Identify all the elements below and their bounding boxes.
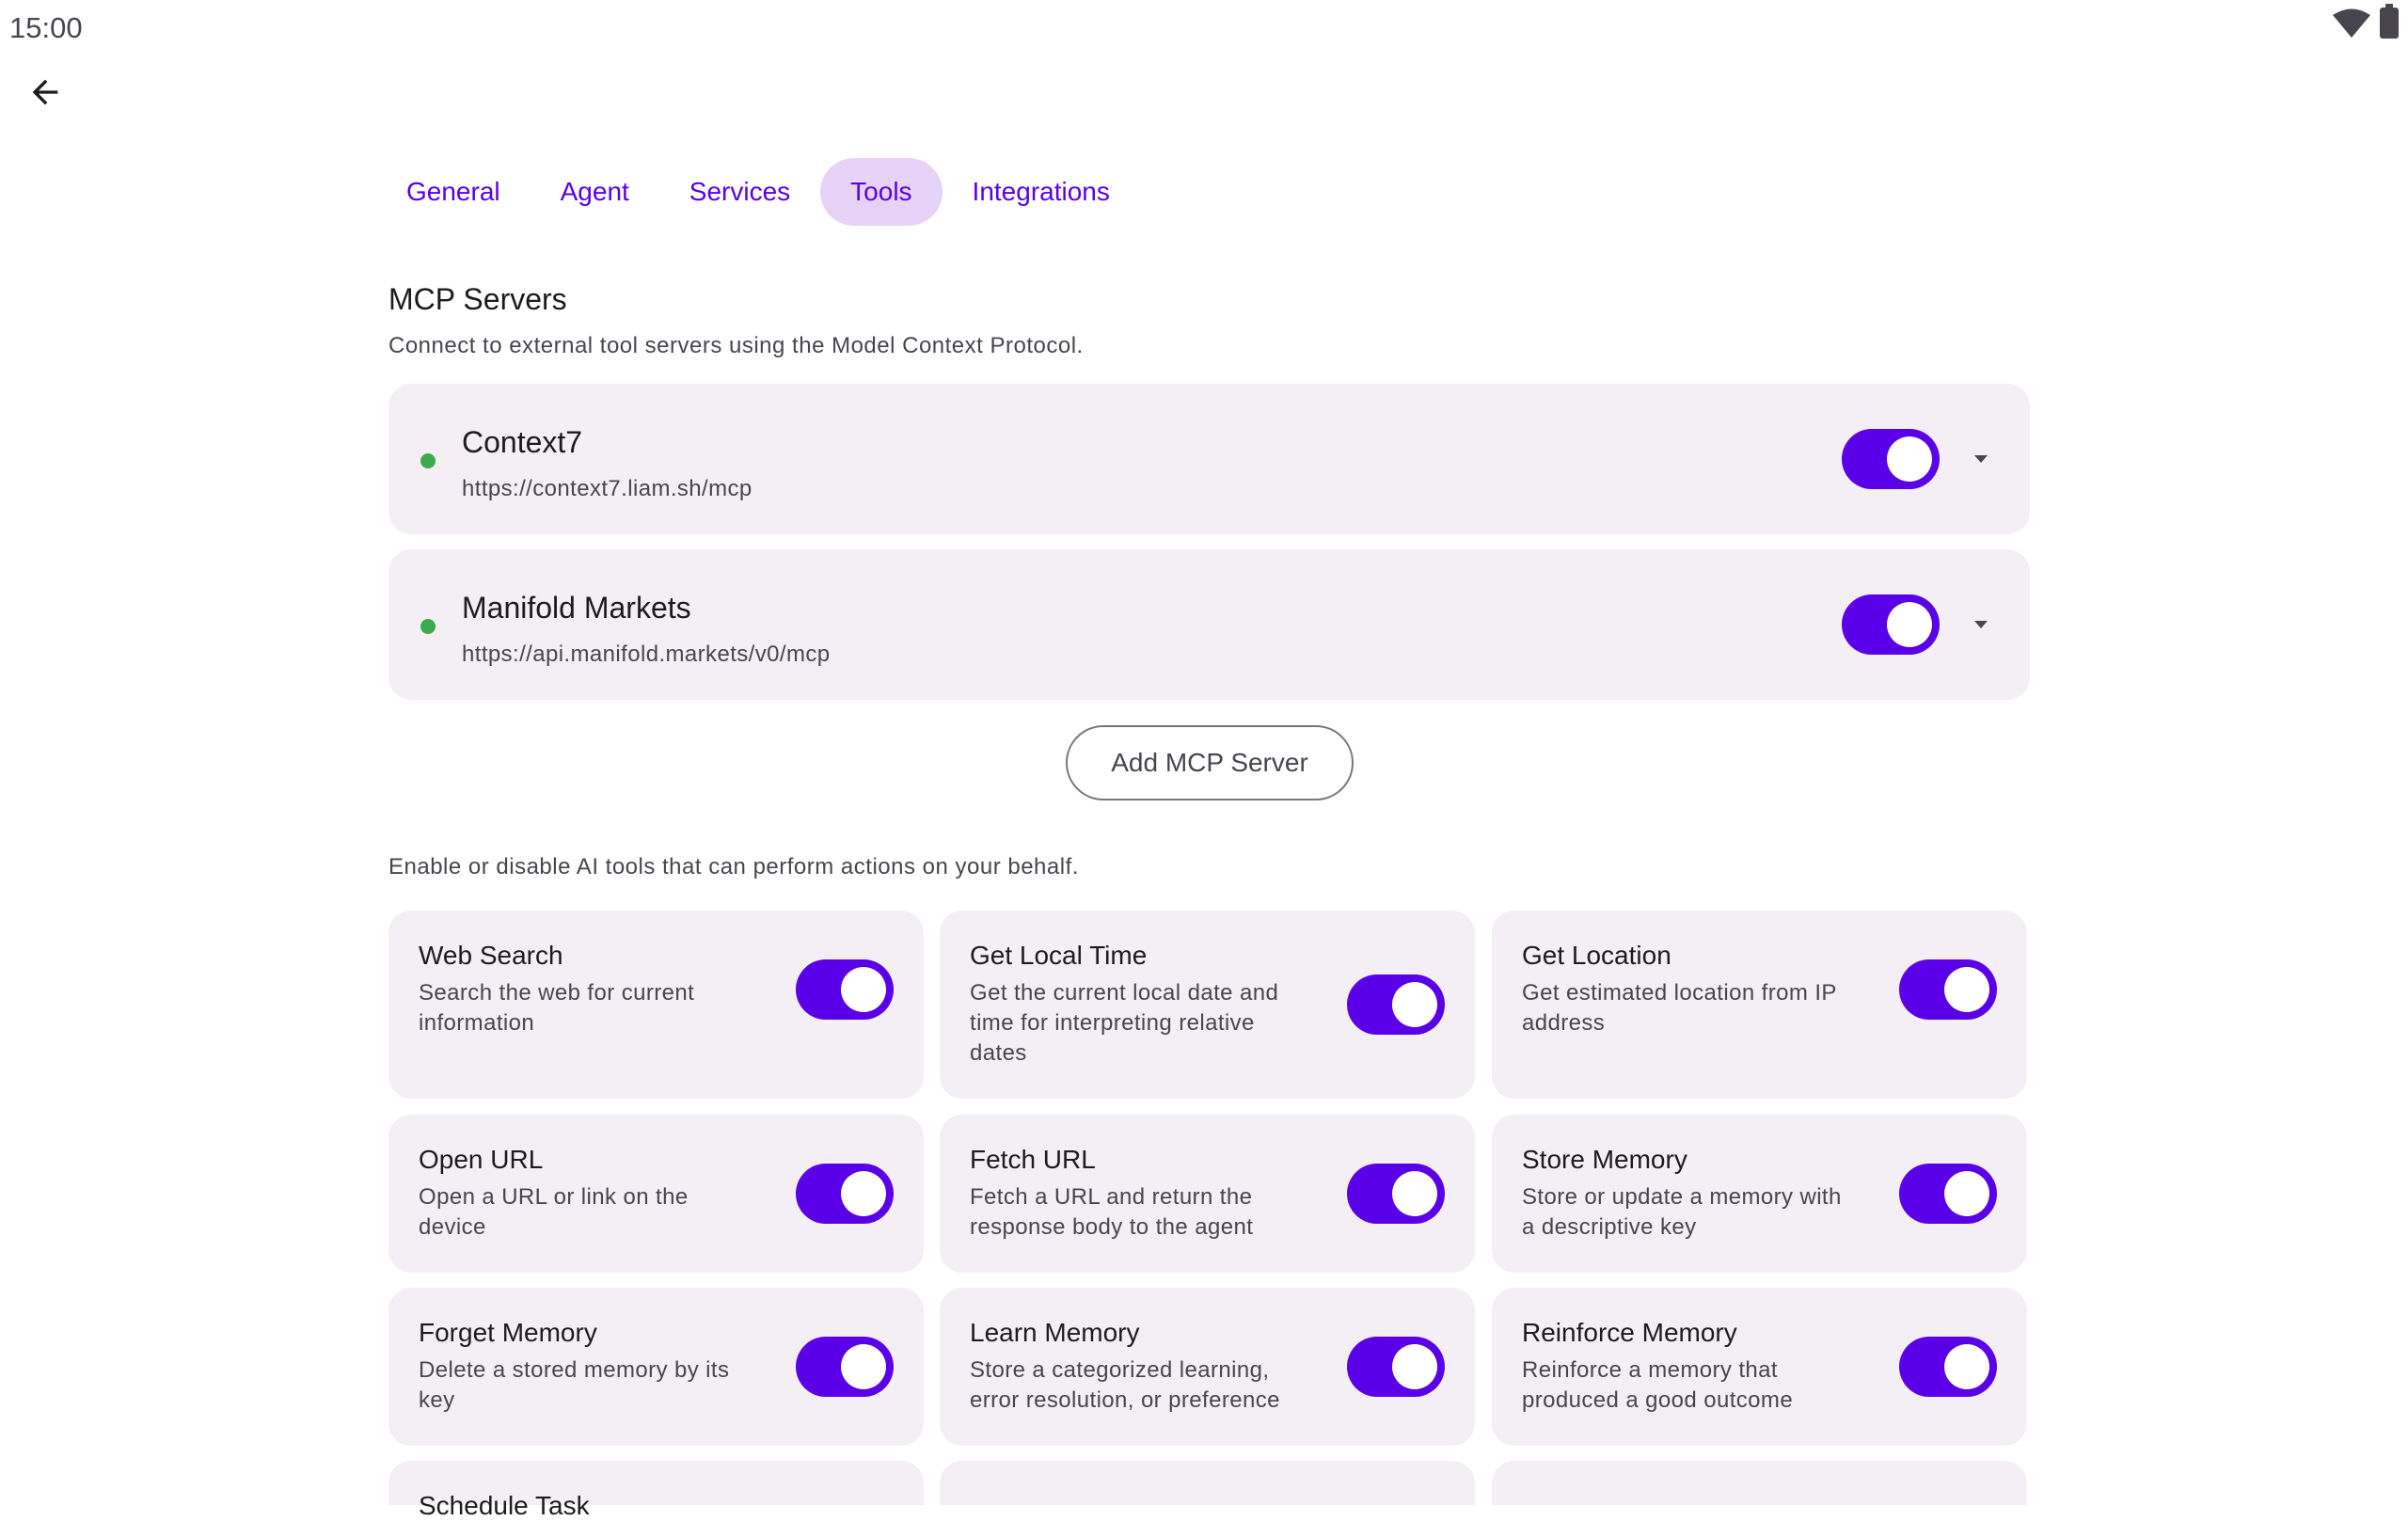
tool-title: Web Search [419, 941, 563, 970]
dropdown-arrow-icon[interactable] [1970, 613, 1992, 636]
tool-card[interactable] [1492, 1461, 2027, 1505]
tool-toggle[interactable] [1899, 1164, 1997, 1224]
tool-description: Store or update a memory with a descript… [1522, 1184, 1842, 1240]
tool-title: Learn Memory [970, 1318, 1140, 1347]
tool-card-reinforce-memory[interactable]: Reinforce Memory Reinforce a memory that… [1492, 1288, 2027, 1446]
tool-card-store-memory[interactable]: Store Memory Store or update a memory wi… [1492, 1115, 2027, 1273]
tool-title: Forget Memory [419, 1318, 597, 1347]
tool-description: Search the web for current information [419, 980, 695, 1036]
toggle-knob [1392, 1171, 1437, 1216]
back-button[interactable] [21, 68, 70, 117]
server-card-manifold-markets[interactable]: Manifold Markets https://api.manifold.ma… [388, 549, 2030, 700]
tool-card-learn-memory[interactable]: Learn Memory Store a categorized learnin… [940, 1288, 1475, 1446]
server-toggle[interactable] [1842, 594, 1940, 655]
toggle-knob [1887, 436, 1932, 482]
tab-agent[interactable]: Agent [531, 158, 659, 226]
tab-general[interactable]: General [376, 158, 531, 226]
tool-title: Schedule Task [419, 1491, 590, 1520]
tool-title: Reinforce Memory [1522, 1318, 1737, 1347]
tool-title: Open URL [419, 1145, 544, 1174]
toggle-knob [1944, 1344, 1989, 1389]
server-url: https://context7.liam.sh/mcp [462, 476, 752, 501]
mcp-section-description: Connect to external tool servers using t… [388, 333, 1084, 358]
tab-services[interactable]: Services [659, 158, 820, 226]
tool-card-open-url[interactable]: Open URL Open a URL or link on the devic… [388, 1115, 924, 1273]
toggle-switch[interactable] [1842, 429, 1940, 489]
tool-description: Delete a stored memory by its key [419, 1357, 730, 1413]
tools-description: Enable or disable AI tools that can perf… [388, 854, 1079, 879]
tool-description: Get the current local date and time for … [970, 980, 1279, 1066]
server-status-dot [420, 453, 436, 468]
server-name: Manifold Markets [462, 591, 691, 625]
toggle-knob [841, 1171, 886, 1216]
tool-toggle[interactable] [1899, 1337, 1997, 1397]
tool-toggle[interactable] [796, 1337, 894, 1397]
tool-description: Open a URL or link on the device [419, 1184, 689, 1240]
tab-tools[interactable]: Tools [820, 158, 943, 226]
tool-description: Get estimated location from IP address [1522, 980, 1837, 1036]
battery-icon [2380, 4, 2399, 39]
mcp-section-title: MCP Servers [388, 282, 567, 316]
server-url: https://api.manifold.markets/v0/mcp [462, 642, 831, 667]
tab-bar: General Agent Services Tools Integration… [376, 158, 1140, 226]
server-name: Context7 [462, 425, 583, 459]
tool-toggle[interactable] [1347, 1337, 1445, 1397]
tool-title: Store Memory [1522, 1145, 1687, 1174]
toggle-knob [841, 1344, 886, 1389]
toggle-knob [1392, 982, 1437, 1027]
tool-toggle[interactable] [1347, 974, 1445, 1035]
server-status-dot [420, 619, 436, 634]
status-time: 15:00 [9, 11, 83, 44]
status-icons [2333, 4, 2399, 39]
dropdown-arrow-icon[interactable] [1970, 448, 1992, 470]
tool-title: Fetch URL [970, 1145, 1096, 1174]
server-toggle[interactable] [1842, 429, 1940, 489]
server-card-context7[interactable]: Context7 https://context7.liam.sh/mcp [388, 384, 2030, 534]
tool-toggle[interactable] [1899, 959, 1997, 1020]
tool-title: Get Local Time [970, 941, 1148, 970]
tool-description: Reinforce a memory that produced a good … [1522, 1357, 1794, 1413]
toggle-knob [1944, 967, 1989, 1012]
tool-toggle[interactable] [796, 959, 894, 1020]
toggle-switch[interactable] [1842, 594, 1940, 655]
tool-card-get-location[interactable]: Get Location Get estimated location from… [1492, 911, 2027, 1099]
tool-title: Get Location [1522, 941, 1671, 970]
tool-card-schedule-task[interactable]: Schedule Task [388, 1461, 924, 1520]
tool-description: Fetch a URL and return the response body… [970, 1184, 1254, 1240]
wifi-icon [2333, 8, 2370, 38]
toggle-knob [1887, 602, 1932, 647]
toggle-knob [1944, 1171, 1989, 1216]
toggle-knob [1392, 1344, 1437, 1389]
tool-card[interactable] [940, 1461, 1475, 1505]
tab-integrations[interactable]: Integrations [943, 158, 1140, 226]
tool-toggle[interactable] [796, 1164, 894, 1224]
toggle-knob [841, 967, 886, 1012]
tool-description: Store a categorized learning, error reso… [970, 1357, 1280, 1413]
tool-card-fetch-url[interactable]: Fetch URL Fetch a URL and return the res… [940, 1115, 1475, 1273]
tool-toggle[interactable] [1347, 1164, 1445, 1224]
add-mcp-server-button[interactable]: Add MCP Server [1066, 725, 1354, 800]
arrow-back-icon [32, 79, 58, 105]
tool-card-forget-memory[interactable]: Forget Memory Delete a stored memory by … [388, 1288, 924, 1446]
tool-card-web-search[interactable]: Web Search Search the web for current in… [388, 911, 924, 1099]
tool-card-get-local-time[interactable]: Get Local Time Get the current local dat… [940, 911, 1475, 1099]
